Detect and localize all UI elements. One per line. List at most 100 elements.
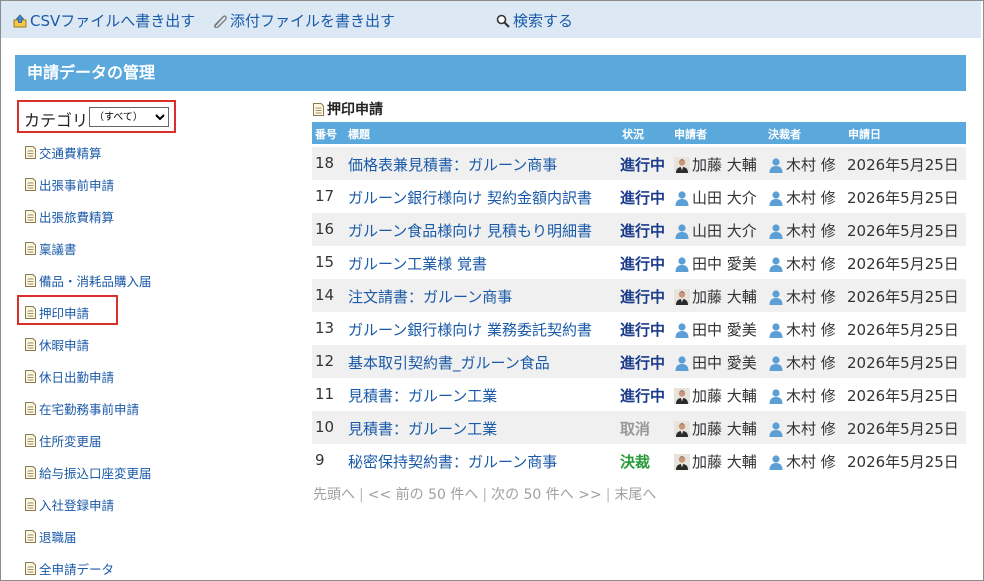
panel-title: 申請データの管理 — [15, 55, 966, 91]
category-item[interactable]: 稟議書 — [25, 239, 77, 258]
category-item[interactable]: 出張旅費精算 — [25, 207, 114, 226]
table-row: 9 秘密保持契約書：ガルーン商事 決裁 加藤 大輔 木村 修 2026年5月25日 — [312, 444, 966, 477]
column-num[interactable]: 番号 — [315, 126, 337, 142]
attachment-export-label: 添付ファイルを書き出す — [230, 12, 396, 30]
row-applicant[interactable]: 加藤 大輔 — [674, 418, 757, 439]
row-date: 2026年5月25日 — [847, 321, 959, 339]
row-approver[interactable]: 木村 修 — [768, 352, 836, 373]
row-number: 9 — [315, 451, 325, 469]
row-applicant[interactable]: 山田 大介 — [674, 220, 757, 241]
row-date: 2026年5月25日 — [847, 288, 959, 306]
row-approver[interactable]: 木村 修 — [768, 253, 836, 274]
table-row: 16 ガルーン食品様向け 見積もり明細書 進行中 山田 大介 木村 修 2026年5月25… — [312, 213, 966, 246]
row-status: 進行中 — [620, 222, 666, 240]
column-date[interactable]: 申請日 — [848, 126, 881, 142]
row-title-link[interactable]: ガルーン銀行様向け 契約金額内訳書 — [348, 187, 592, 208]
row-number: 16 — [315, 220, 335, 238]
row-applicant[interactable]: 山田 大介 — [674, 187, 757, 208]
row-title-link[interactable]: 価格表兼見積書：ガルーン商事 — [348, 154, 557, 175]
row-applicant[interactable]: 加藤 大輔 — [674, 385, 757, 406]
row-title-link[interactable]: 見積書：ガルーン工業 — [348, 418, 497, 439]
approver-name: 木村 修 — [786, 420, 836, 438]
row-applicant[interactable]: 田中 愛美 — [674, 319, 757, 340]
row-status: 決裁 — [620, 453, 651, 471]
column-status[interactable]: 状況 — [622, 126, 644, 142]
row-date: 2026年5月25日 — [847, 420, 959, 438]
category-item[interactable]: 在宅勤務事前申請 — [25, 399, 139, 418]
category-item[interactable]: 全申請データ — [25, 559, 114, 578]
user-icon — [769, 289, 783, 305]
row-date: 2026年5月25日 — [847, 189, 959, 207]
table-row: 10 見積書：ガルーン工業 取消 加藤 大輔 木村 修 2026年5月25日 — [312, 411, 966, 444]
row-approver[interactable]: 木村 修 — [768, 418, 836, 439]
row-number: 13 — [315, 319, 335, 337]
pager-prev[interactable]: << 前の 50 件へ — [368, 487, 479, 503]
row-date: 2026年5月25日 — [847, 453, 959, 471]
applicant-name: 田中 愛美 — [692, 255, 757, 273]
row-title-link[interactable]: 見積書：ガルーン工業 — [348, 385, 497, 406]
approver-name: 木村 修 — [786, 156, 836, 174]
row-applicant[interactable]: 田中 愛美 — [674, 253, 757, 274]
pager-first[interactable]: 先頭へ — [313, 487, 355, 503]
row-approver[interactable]: 木村 修 — [768, 154, 836, 175]
pager-separator: | — [359, 487, 364, 503]
category-item-label: 全申請データ — [39, 562, 115, 577]
category-item[interactable]: 出張事前申請 — [25, 175, 114, 194]
category-item[interactable]: 住所変更届 — [25, 431, 102, 450]
user-photo-icon — [674, 288, 690, 305]
row-title-link[interactable]: 基本取引契約書_ガルーン食品 — [348, 352, 550, 373]
document-icon — [25, 146, 36, 159]
row-approver[interactable]: 木村 修 — [768, 286, 836, 307]
applicant-name: 加藤 大輔 — [692, 420, 757, 438]
row-applicant[interactable]: 加藤 大輔 — [674, 451, 757, 472]
row-approver[interactable]: 木村 修 — [768, 187, 836, 208]
category-select[interactable]: （すべて） — [89, 107, 169, 127]
column-applicant[interactable]: 申請者 — [674, 126, 707, 142]
category-item[interactable]: 交通費精算 — [25, 143, 102, 162]
column-approver[interactable]: 決裁者 — [768, 126, 801, 142]
csv-export-link[interactable]: CSVファイルへ書き出す — [13, 10, 195, 31]
approver-name: 木村 修 — [786, 453, 836, 471]
user-photo-icon — [674, 453, 690, 470]
row-title-link[interactable]: ガルーン食品様向け 見積もり明細書 — [348, 220, 592, 241]
row-title-link[interactable]: 秘密保持契約書：ガルーン商事 — [348, 451, 557, 472]
row-approver[interactable]: 木村 修 — [768, 451, 836, 472]
row-title-link[interactable]: ガルーン工業様 覚書 — [348, 253, 487, 274]
row-applicant[interactable]: 加藤 大輔 — [674, 286, 757, 307]
table-row: 12 基本取引契約書_ガルーン食品 進行中 田中 愛美 木村 修 2026年5月25日 — [312, 345, 966, 378]
row-number: 17 — [315, 187, 335, 205]
pager-next[interactable]: 次の 50 件へ >> — [491, 487, 602, 503]
row-approver[interactable]: 木村 修 — [768, 220, 836, 241]
category-item[interactable]: 給与振込口座変更届 — [25, 463, 152, 482]
category-item-label: 休暇申請 — [39, 338, 90, 353]
row-date: 2026年5月25日 — [847, 222, 959, 240]
row-title-link[interactable]: ガルーン銀行様向け 業務委託契約書 — [348, 319, 592, 340]
pager-last[interactable]: 末尾へ — [614, 487, 656, 503]
category-item[interactable]: 備品・消耗品購入届 — [25, 271, 152, 290]
paperclip-icon — [214, 14, 227, 28]
category-item-label: 交通費精算 — [39, 146, 102, 161]
category-item-label: 在宅勤務事前申請 — [39, 402, 140, 417]
document-icon — [25, 210, 36, 223]
category-item[interactable]: 退職届 — [25, 527, 77, 546]
approver-name: 木村 修 — [786, 387, 836, 405]
user-icon — [675, 190, 689, 206]
document-icon — [25, 530, 36, 543]
pager-separator: | — [605, 487, 611, 503]
row-status: 進行中 — [620, 288, 666, 306]
category-item[interactable]: 休暇申請 — [25, 335, 89, 354]
row-approver[interactable]: 木村 修 — [768, 319, 836, 340]
row-title-link[interactable]: 注文請書：ガルーン商事 — [348, 286, 512, 307]
row-number: 12 — [315, 352, 335, 370]
row-applicant[interactable]: 田中 愛美 — [674, 352, 757, 373]
user-icon — [769, 223, 783, 239]
table-row: 17 ガルーン銀行様向け 契約金額内訳書 進行中 山田 大介 木村 修 2026年5月25… — [312, 180, 966, 213]
document-icon — [25, 178, 36, 191]
row-approver[interactable]: 木村 修 — [768, 385, 836, 406]
category-item[interactable]: 入社登録申請 — [25, 495, 114, 514]
row-applicant[interactable]: 加藤 大輔 — [674, 154, 757, 175]
attachment-export-link[interactable]: 添付ファイルを書き出す — [212, 10, 395, 31]
search-link[interactable]: 検索する — [496, 10, 573, 31]
category-item[interactable]: 休日出勤申請 — [25, 367, 114, 386]
column-title[interactable]: 標題 — [348, 126, 370, 142]
